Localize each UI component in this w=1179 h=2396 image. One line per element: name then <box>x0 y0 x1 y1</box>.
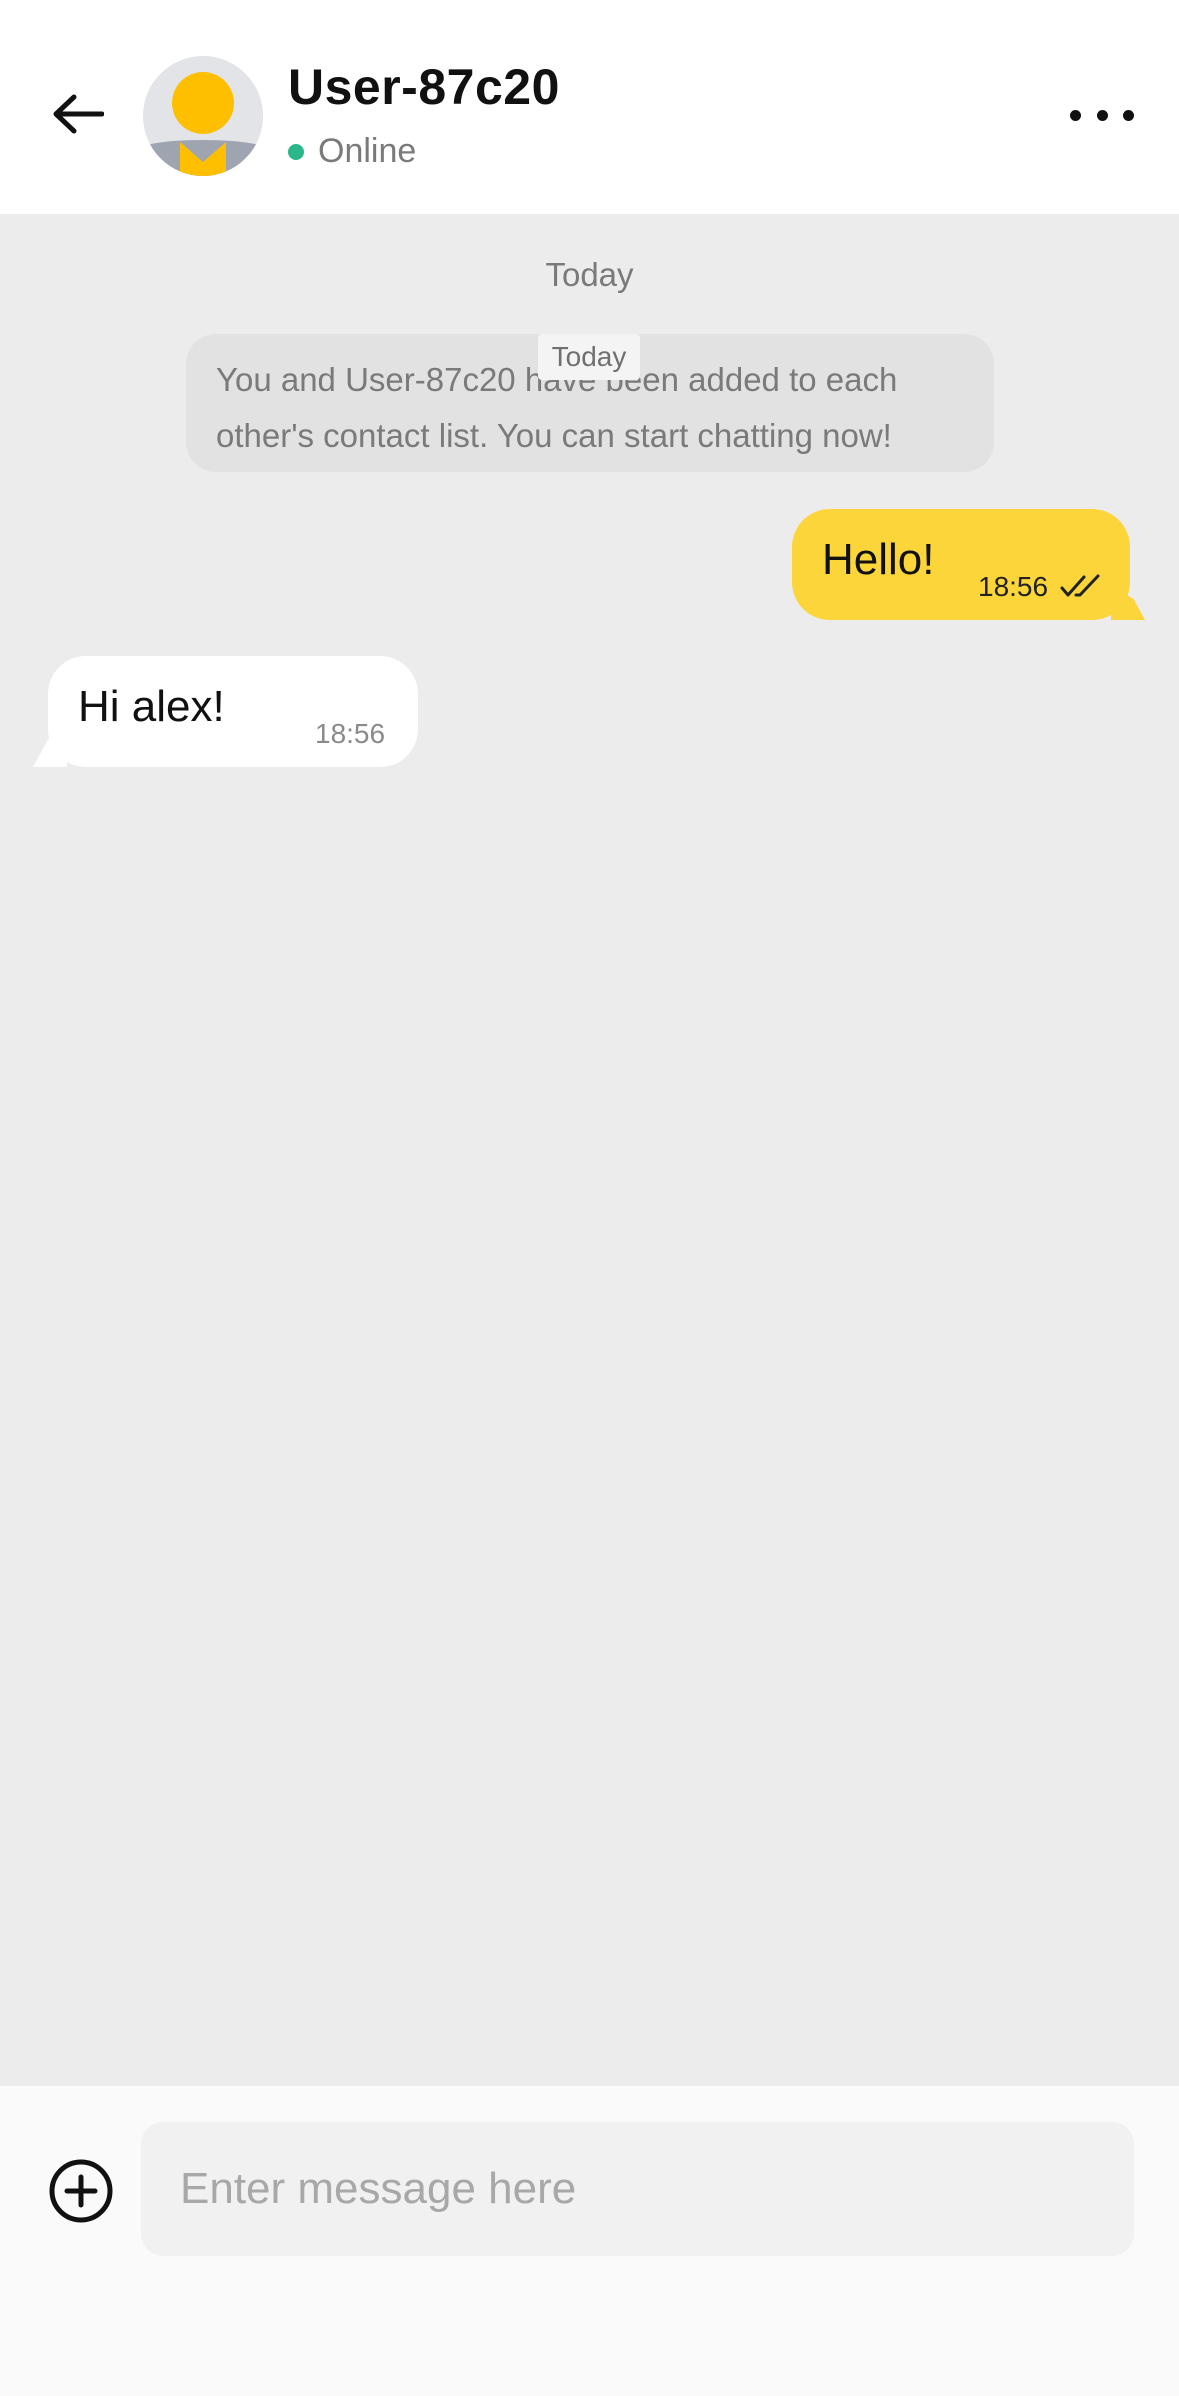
arrow-left-icon <box>53 94 104 134</box>
date-separator: Today <box>545 256 634 293</box>
incoming-message-bubble[interactable]: Hi alex! 18:56 <box>48 656 418 767</box>
message-time: 18:56 <box>315 718 386 749</box>
more-horizontal-icon <box>1070 109 1081 121</box>
more-options-button[interactable] <box>1070 90 1134 140</box>
online-dot-icon <box>288 143 304 160</box>
outgoing-message-bubble[interactable]: Hello! 18:56 <box>792 509 1130 620</box>
plus-circle-icon <box>49 2159 113 2223</box>
back-button[interactable] <box>44 80 112 148</box>
message-input[interactable] <box>141 2122 1134 2256</box>
composer <box>0 2086 1179 2396</box>
message-time: 18:56 <box>978 571 1049 602</box>
chat-header: User-87c20 Online <box>0 0 1179 214</box>
double-check-icon <box>1060 574 1100 597</box>
avatar[interactable] <box>143 56 263 176</box>
message-text: Hello! <box>822 535 935 584</box>
message-list[interactable]: Today You and User-87c20 have been added… <box>0 214 1179 2086</box>
chat-screen: User-87c20 Online Today You and User-87c… <box>0 0 1179 2396</box>
date-overlay-badge: Today <box>538 334 640 380</box>
presence-status: Online <box>288 132 416 171</box>
user-avatar-icon <box>143 56 263 176</box>
status-text: Online <box>318 132 417 170</box>
attach-button[interactable] <box>48 2158 114 2224</box>
contact-name: User-87c20 <box>288 59 560 115</box>
message-text: Hi alex! <box>78 682 225 731</box>
